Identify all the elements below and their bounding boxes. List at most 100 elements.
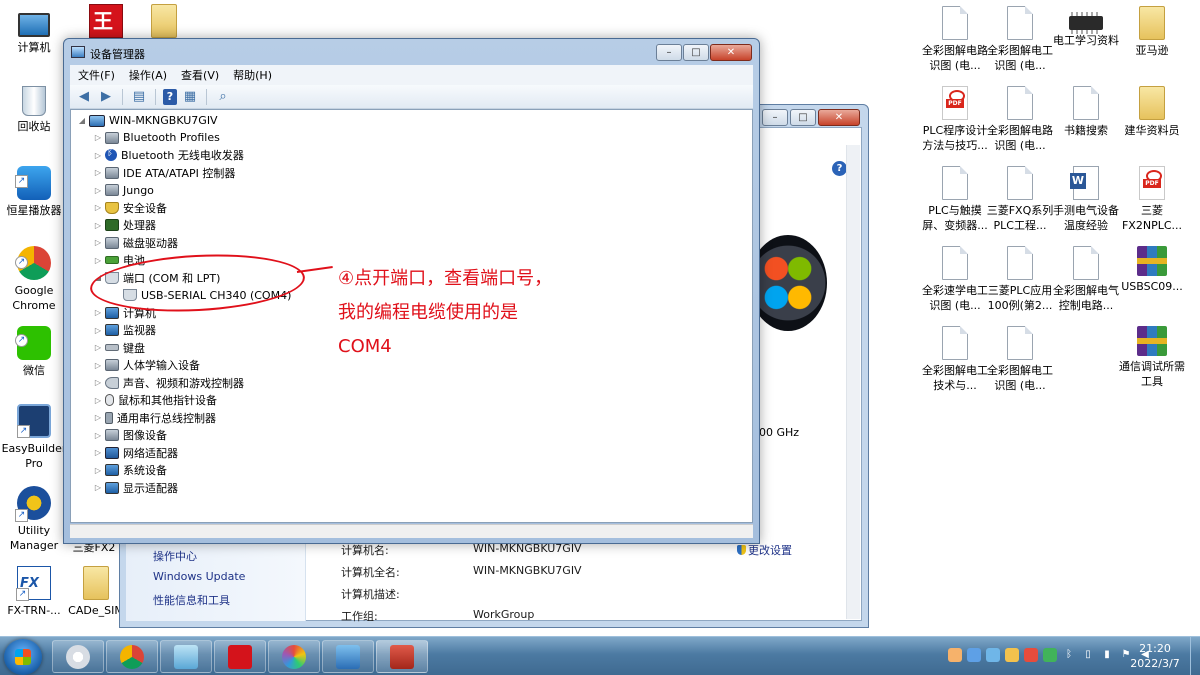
expand-arrow-icon[interactable]: ▷ xyxy=(93,256,103,265)
desktop-file-icon[interactable]: 三菱PLC应用100例(第2... xyxy=(986,246,1054,313)
expand-arrow-icon[interactable]: ▷ xyxy=(93,413,103,422)
expand-arrow-icon[interactable]: ▷ xyxy=(93,203,103,212)
desktop-file-icon[interactable]: 全彩图解电路识图 (电... xyxy=(921,6,989,73)
expand-arrow-icon[interactable]: ▷ xyxy=(93,151,103,160)
expand-arrow-icon[interactable]: ▷ xyxy=(93,448,103,457)
taskbar-red-app[interactable] xyxy=(214,640,266,673)
menu-view[interactable]: 查看(V) xyxy=(181,67,219,83)
menu-action[interactable]: 操作(A) xyxy=(129,67,167,83)
tree-category[interactable]: ▷ 网络适配器 xyxy=(93,444,178,461)
desktop-file-icon[interactable]: 通信调试所需工具 xyxy=(1118,326,1186,389)
menu-help[interactable]: 帮助(H) xyxy=(233,67,272,83)
desktop-file-icon[interactable]: 三菱FXQ系列PLC工程... xyxy=(986,166,1054,233)
tree-category[interactable]: ▷ Jungo xyxy=(93,182,154,199)
tray-shield-icon[interactable] xyxy=(1043,648,1057,662)
tree-category[interactable]: ▷ 磁盘驱动器 xyxy=(93,234,178,251)
network-signal-icon[interactable]: ▮ xyxy=(1100,648,1114,662)
clock[interactable]: 21:20 2022/3/7 xyxy=(1125,641,1185,671)
taskbar-paint[interactable] xyxy=(268,640,320,673)
forward-arrow-icon[interactable]: ▶ xyxy=(97,89,115,105)
start-button[interactable] xyxy=(4,639,42,675)
tree-category[interactable]: ▷ Bluetooth Profiles xyxy=(93,129,220,146)
taskbar-device-manager[interactable] xyxy=(376,640,428,673)
help-icon[interactable]: ? xyxy=(163,88,177,105)
desktop-file-icon[interactable]: 亚马逊 xyxy=(1118,6,1186,58)
close-button[interactable]: ✕ xyxy=(818,109,860,126)
expand-arrow-icon[interactable]: ▷ xyxy=(93,466,103,475)
tree-category[interactable]: ▷ 显示适配器 xyxy=(93,479,178,496)
close-button[interactable]: ✕ xyxy=(710,44,752,61)
desktop-icon-media-player[interactable]: 恒星播放器 xyxy=(0,166,68,218)
expand-arrow-icon[interactable]: ▷ xyxy=(93,326,103,335)
expand-arrow-icon[interactable]: ▷ xyxy=(93,396,103,405)
tree-category[interactable]: ▷ 鼠标和其他指针设备 xyxy=(93,392,217,409)
properties-icon[interactable]: ▦ xyxy=(181,89,199,105)
collapse-arrow-icon[interactable]: ◢ xyxy=(77,116,87,125)
expand-arrow-icon[interactable]: ▷ xyxy=(93,483,103,492)
desktop-file-icon[interactable]: USBSC09... xyxy=(1118,246,1186,294)
taskbar-chrome[interactable] xyxy=(106,640,158,673)
minimize-button[interactable]: – xyxy=(762,109,788,126)
show-desktop-button[interactable] xyxy=(1190,637,1200,675)
desktop-file-icon[interactable]: 全彩图解电路识图 (电... xyxy=(986,86,1054,153)
desktop-icon-chrome[interactable]: Google Chrome xyxy=(0,246,68,313)
tree-category[interactable]: ▷ IDE ATA/ATAPI 控制器 xyxy=(93,164,235,181)
desktop-icon-utility[interactable]: Utility Manager xyxy=(0,486,68,553)
expand-arrow-icon[interactable]: ▷ xyxy=(93,361,103,370)
tree-category[interactable]: ▷ 通用串行总线控制器 xyxy=(93,409,216,426)
maximize-button[interactable]: □ xyxy=(683,44,709,61)
expand-arrow-icon[interactable]: ▷ xyxy=(93,186,103,195)
tray-cloud-icon[interactable] xyxy=(986,648,1000,662)
desktop-file-icon[interactable]: 全彩图解电工识图 (电... xyxy=(986,6,1054,73)
change-settings-link[interactable]: 更改设置 xyxy=(737,542,792,558)
expand-arrow-icon[interactable]: ▷ xyxy=(93,308,103,317)
expand-arrow-icon[interactable]: ▷ xyxy=(93,238,103,247)
bluetooth-icon[interactable]: ᛒ xyxy=(1062,648,1076,662)
console-tree-icon[interactable]: ▤ xyxy=(130,89,148,105)
expand-arrow-icon[interactable]: ▷ xyxy=(93,133,103,142)
desktop-file-icon[interactable]: PDF PLC程序设计方法与技巧... xyxy=(921,86,989,153)
tree-category[interactable]: ▷ 人体学输入设备 xyxy=(93,357,200,374)
desktop-icon-fx-trn[interactable]: FX FX-TRN-... xyxy=(0,566,68,618)
taskbar-paint-tool[interactable] xyxy=(52,640,104,673)
taskbar-control-panel[interactable] xyxy=(322,640,374,673)
tray-app-icon[interactable] xyxy=(948,648,962,662)
desktop-icon-wechat[interactable]: 微信 xyxy=(0,326,68,378)
tree-category[interactable]: ▷ Bluetooth 无线电收发器 xyxy=(93,147,244,164)
desktop-file-icon[interactable]: 电工学习资料 xyxy=(1052,6,1120,48)
desktop-file-icon[interactable]: 全彩图解电工技术与... xyxy=(921,326,989,393)
desktop-file-icon[interactable]: 全彩速学电工识图 (电... xyxy=(921,246,989,313)
desktop-file-icon[interactable]: 全彩图解电气控制电路... xyxy=(1052,246,1120,313)
maximize-button[interactable]: □ xyxy=(790,109,816,126)
desktop-icon-easybuilder[interactable]: EasyBuilder Pro xyxy=(0,404,68,471)
desktop-file-icon[interactable]: PLC与触摸屏、变频器... xyxy=(921,166,989,233)
tree-category[interactable]: ▷ 键盘 xyxy=(93,339,145,356)
link-windows-update[interactable]: Windows Update xyxy=(153,570,245,583)
tree-category[interactable]: ▷ 系统设备 xyxy=(93,462,167,479)
expand-arrow-icon[interactable]: ▷ xyxy=(93,168,103,177)
desktop-icon-folder[interactable] xyxy=(130,4,198,41)
desktop-file-icon[interactable]: 建华资料员 xyxy=(1118,86,1186,138)
tree-category[interactable]: ▷ 处理器 xyxy=(93,217,156,234)
expand-arrow-icon[interactable]: ▷ xyxy=(93,431,103,440)
back-arrow-icon[interactable]: ◀ xyxy=(75,89,93,105)
desktop-file-icon[interactable]: PDF 三菱FX2NPLC... xyxy=(1118,166,1186,233)
scan-hardware-icon[interactable]: ⌕ xyxy=(214,89,232,105)
taskbar-notepad[interactable] xyxy=(160,640,212,673)
expand-arrow-icon[interactable]: ▷ xyxy=(93,343,103,352)
desktop-icon-computer[interactable]: 计算机 xyxy=(0,8,68,55)
tray-network-icon[interactable] xyxy=(967,648,981,662)
tree-category[interactable]: ▷ 图像设备 xyxy=(93,427,167,444)
link-performance-info[interactable]: 性能信息和工具 xyxy=(153,592,230,608)
system-window-scrollbar[interactable] xyxy=(846,145,860,619)
tree-category[interactable]: ▷ 安全设备 xyxy=(93,199,167,216)
menu-file[interactable]: 文件(F) xyxy=(78,67,115,83)
desktop-file-icon[interactable]: 全彩图解电工识图 (电... xyxy=(986,326,1054,393)
desktop-file-icon[interactable]: W 手测电气设备温度经验 xyxy=(1052,166,1120,233)
tree-category[interactable]: ▷ 监视器 xyxy=(93,322,156,339)
desktop-icon-recycle-bin[interactable]: 回收站 xyxy=(0,86,68,134)
tree-category[interactable]: ▷ 声音、视频和游戏控制器 xyxy=(93,374,244,391)
minimize-button[interactable]: – xyxy=(656,44,682,61)
expand-arrow-icon[interactable]: ▷ xyxy=(93,378,103,387)
expand-arrow-icon[interactable]: ▷ xyxy=(93,221,103,230)
